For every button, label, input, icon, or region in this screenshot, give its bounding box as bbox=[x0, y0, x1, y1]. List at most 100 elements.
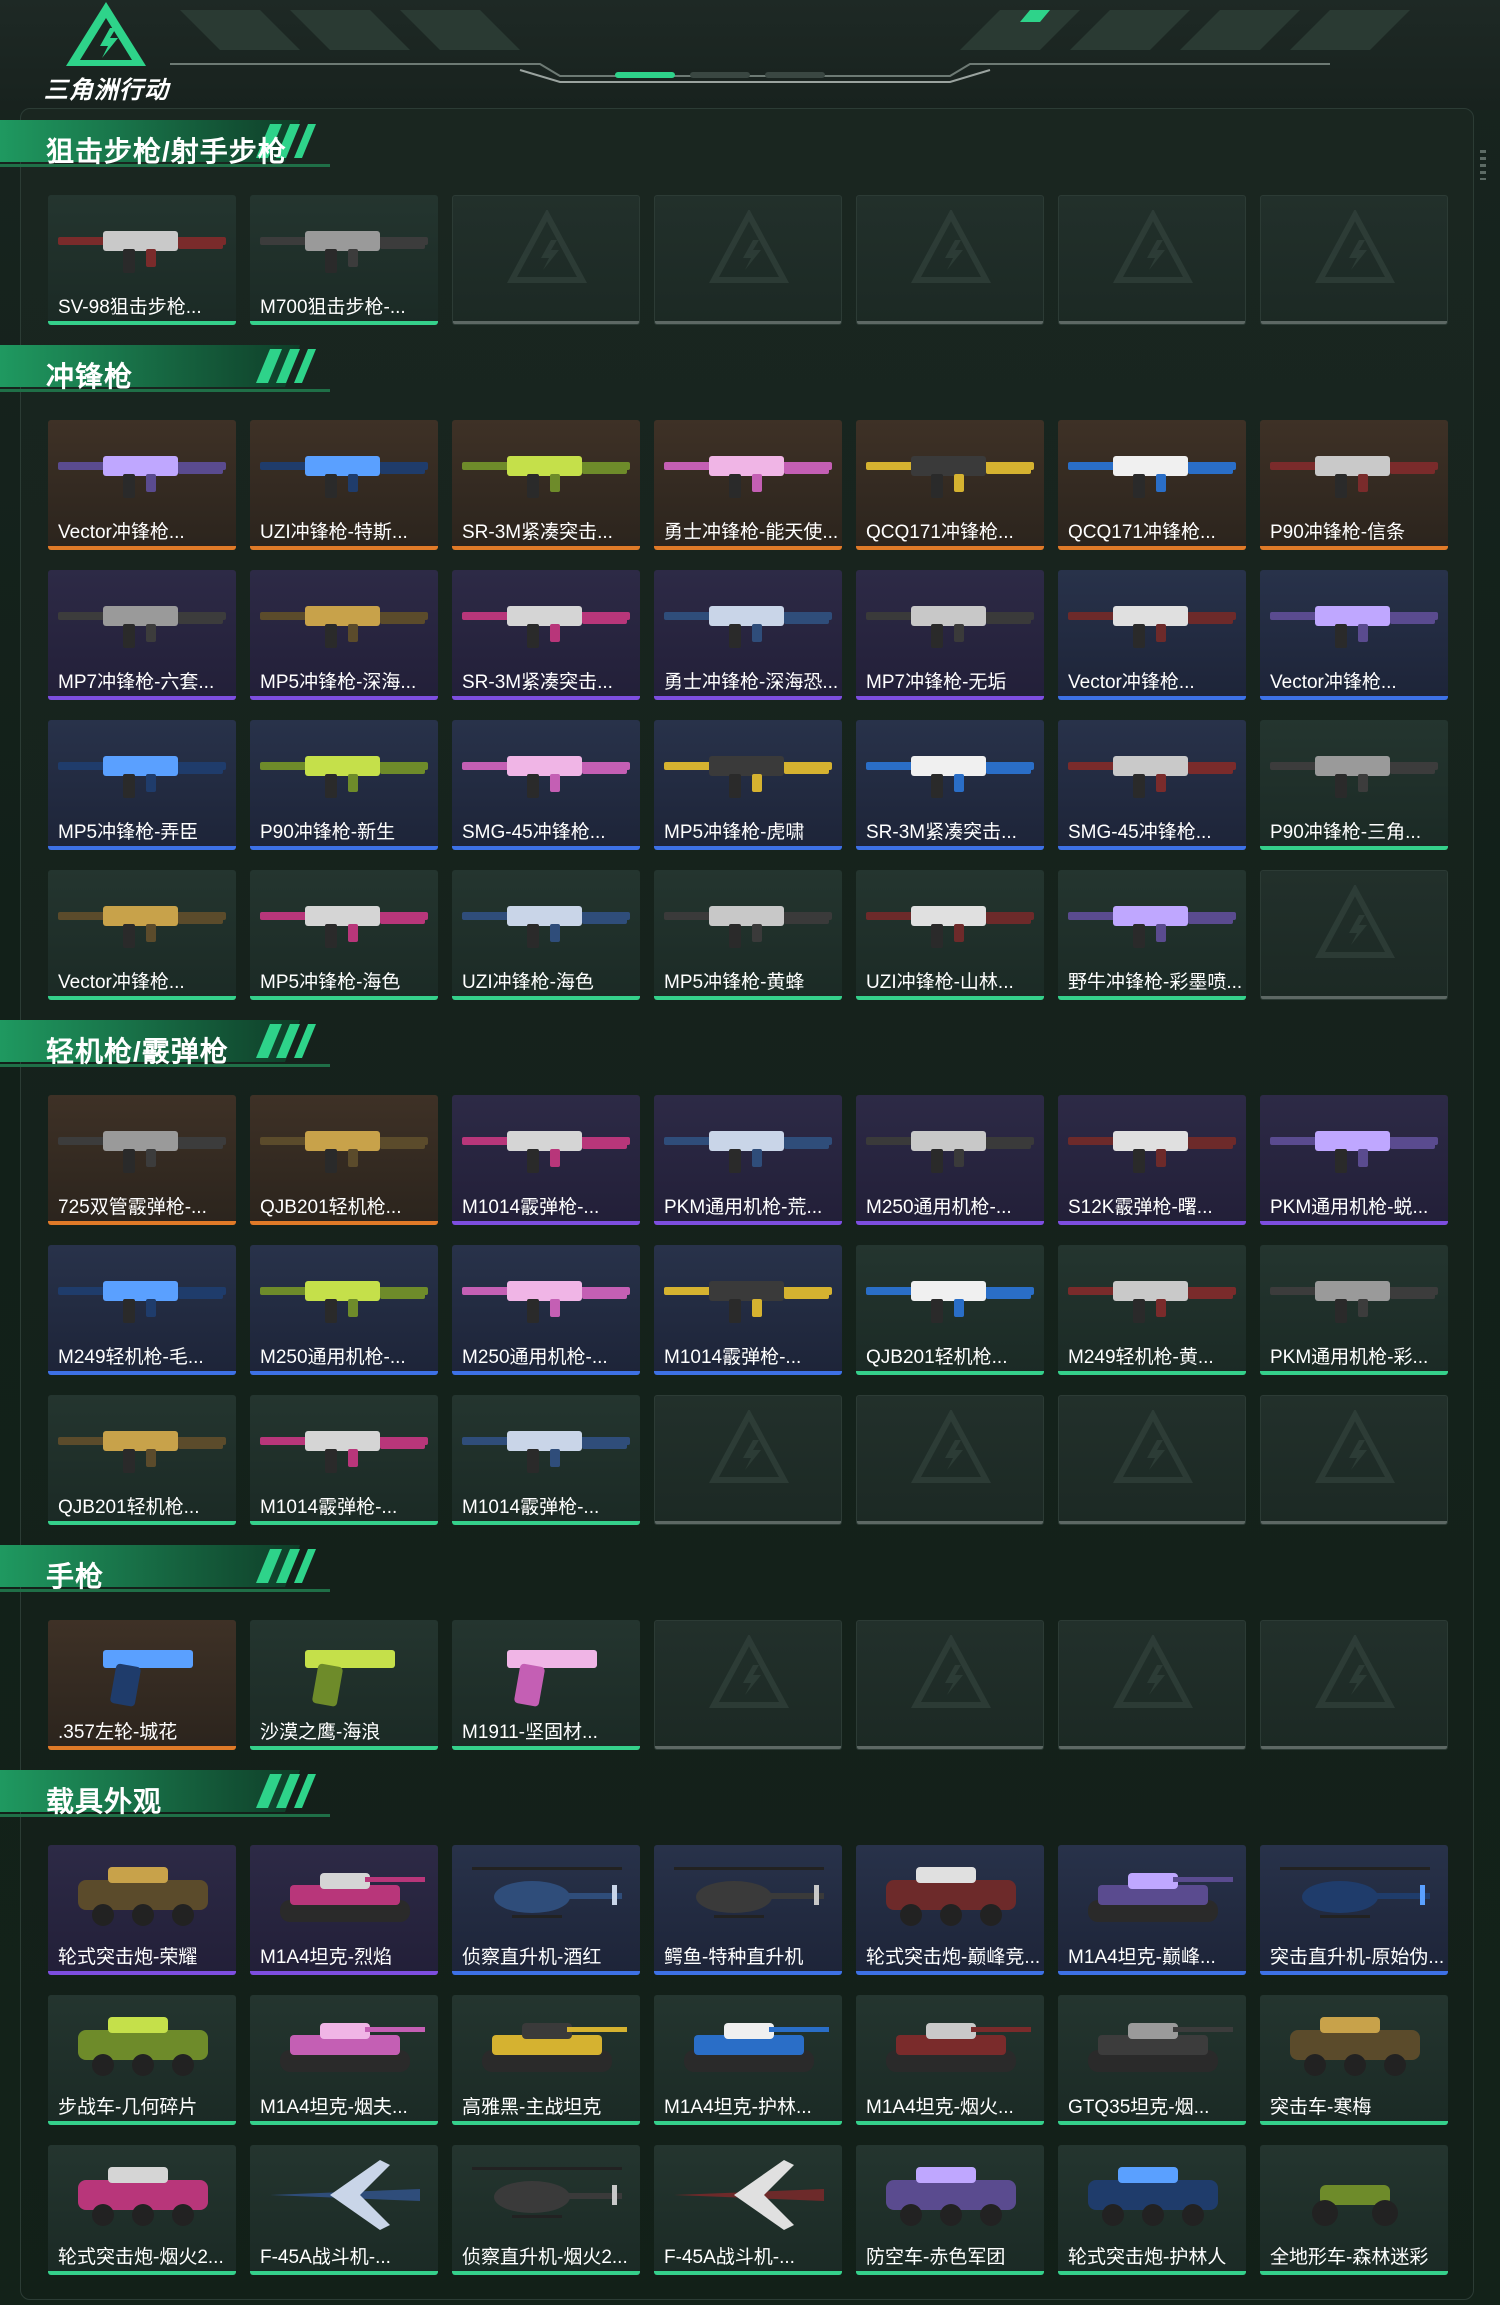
section-title: 狙击步枪/射手步枪 bbox=[0, 120, 330, 170]
skin-name: PKM通用机枪-彩... bbox=[1270, 1347, 1429, 1368]
skin-card[interactable]: 鳄鱼-特种直升机 bbox=[654, 1845, 842, 1975]
smg-icon bbox=[866, 906, 1034, 948]
smg-icon bbox=[664, 906, 832, 948]
lmg-icon bbox=[1270, 1131, 1438, 1173]
skin-card[interactable]: Vector冲锋枪... bbox=[48, 870, 236, 1000]
skin-card[interactable]: F-45A战斗机-... bbox=[654, 2145, 842, 2275]
skin-card[interactable]: S12K霰弹枪-曙... bbox=[1058, 1095, 1246, 1225]
skin-card[interactable]: Vector冲锋枪... bbox=[1058, 570, 1246, 700]
skin-card[interactable]: MP5冲锋枪-深海... bbox=[250, 570, 438, 700]
skin-card[interactable]: QJB201轻机枪... bbox=[48, 1395, 236, 1525]
helicopter-icon bbox=[674, 1867, 824, 1918]
skin-card[interactable]: MP5冲锋枪-黄蜂 bbox=[654, 870, 842, 1000]
skin-card[interactable]: SR-3M紧凑突击... bbox=[452, 420, 640, 550]
skin-card[interactable]: GTQ35坦克-烟... bbox=[1058, 1995, 1246, 2125]
rarity-bar bbox=[250, 546, 438, 550]
skin-card[interactable]: M250通用机枪-... bbox=[856, 1095, 1044, 1225]
skin-name: UZI冲锋枪-特斯... bbox=[260, 522, 408, 543]
lmg-icon bbox=[260, 1131, 428, 1173]
skin-card[interactable]: 725双管霰弹枪-... bbox=[48, 1095, 236, 1225]
skin-card[interactable]: MP5冲锋枪-虎啸 bbox=[654, 720, 842, 850]
skin-card[interactable]: M1A4坦克-烈焰 bbox=[250, 1845, 438, 1975]
skin-card[interactable]: MP5冲锋枪-海色 bbox=[250, 870, 438, 1000]
skin-card[interactable]: MP7冲锋枪-无垢 bbox=[856, 570, 1044, 700]
tank-icon bbox=[280, 2023, 425, 2072]
scrollbar-handle[interactable] bbox=[1480, 150, 1486, 180]
skin-card[interactable]: SMG-45冲锋枪... bbox=[1058, 720, 1246, 850]
skin-card[interactable]: PKM通用机枪-蜕... bbox=[1260, 1095, 1448, 1225]
skin-card[interactable]: 高雅黑-主战坦克 bbox=[452, 1995, 640, 2125]
skin-card[interactable]: QCQ171冲锋枪... bbox=[856, 420, 1044, 550]
skin-card[interactable]: M1A4坦克-护林... bbox=[654, 1995, 842, 2125]
skin-card[interactable]: 轮式突击炮-烟火2... bbox=[48, 2145, 236, 2275]
skin-card[interactable]: UZI冲锋枪-海色 bbox=[452, 870, 640, 1000]
skin-card[interactable]: SMG-45冲锋枪... bbox=[452, 720, 640, 850]
skin-card[interactable]: M1014霰弹枪-... bbox=[250, 1395, 438, 1525]
skin-card[interactable]: P90冲锋枪-新生 bbox=[250, 720, 438, 850]
skin-card[interactable]: 野牛冲锋枪-彩墨喷... bbox=[1058, 870, 1246, 1000]
skin-card[interactable]: M700狙击步枪-... bbox=[250, 195, 438, 325]
smg-icon bbox=[462, 756, 630, 798]
skin-card[interactable]: QCQ171冲锋枪... bbox=[1058, 420, 1246, 550]
skin-card[interactable]: 侦察直升机-烟火2... bbox=[452, 2145, 640, 2275]
rarity-bar bbox=[48, 696, 236, 700]
skin-card[interactable]: UZI冲锋枪-特斯... bbox=[250, 420, 438, 550]
sniper-rifle-icon bbox=[58, 231, 226, 273]
skin-card[interactable]: M1014霰弹枪-... bbox=[452, 1395, 640, 1525]
skin-card[interactable]: PKM通用机枪-彩... bbox=[1260, 1245, 1448, 1375]
skin-card[interactable]: M1911-坚固材... bbox=[452, 1620, 640, 1750]
skin-card[interactable]: Vector冲锋枪... bbox=[48, 420, 236, 550]
section-title-text: 手枪 bbox=[46, 1561, 105, 1592]
skin-card[interactable]: SR-3M紧凑突击... bbox=[856, 720, 1044, 850]
skin-name: MP5冲锋枪-弄臣 bbox=[58, 822, 199, 843]
skin-card[interactable]: SV-98狙击步枪... bbox=[48, 195, 236, 325]
skin-card[interactable]: 侦察直升机-酒红 bbox=[452, 1845, 640, 1975]
skin-card[interactable]: .357左轮-城花 bbox=[48, 1620, 236, 1750]
skin-name: MP5冲锋枪-海色 bbox=[260, 972, 401, 993]
skin-card[interactable]: 勇士冲锋枪-深海恐... bbox=[654, 570, 842, 700]
skin-card[interactable]: M249轻机枪-毛... bbox=[48, 1245, 236, 1375]
rarity-bar bbox=[48, 1746, 236, 1750]
slot-bar bbox=[1261, 1746, 1447, 1749]
rarity-bar bbox=[1260, 846, 1448, 850]
skin-card[interactable]: 勇士冲锋枪-能天使... bbox=[654, 420, 842, 550]
skin-card[interactable]: UZI冲锋枪-山林... bbox=[856, 870, 1044, 1000]
rarity-bar bbox=[452, 1746, 640, 1750]
skin-card[interactable]: M249轻机枪-黄... bbox=[1058, 1245, 1246, 1375]
skin-card[interactable]: P90冲锋枪-三角... bbox=[1260, 720, 1448, 850]
skin-card[interactable]: P90冲锋枪-信条 bbox=[1260, 420, 1448, 550]
skin-card[interactable]: M1014霰弹枪-... bbox=[654, 1245, 842, 1375]
rarity-bar bbox=[1058, 996, 1246, 1000]
skin-card[interactable]: 轮式突击炮-荣耀 bbox=[48, 1845, 236, 1975]
skin-card[interactable]: 轮式突击炮-巅峰竞... bbox=[856, 1845, 1044, 1975]
skin-card[interactable]: 突击直升机-原始伪... bbox=[1260, 1845, 1448, 1975]
skin-card[interactable]: MP5冲锋枪-弄臣 bbox=[48, 720, 236, 850]
skin-card[interactable]: M1A4坦克-巅峰... bbox=[1058, 1845, 1246, 1975]
skin-card[interactable]: 突击车-寒梅 bbox=[1260, 1995, 1448, 2125]
skin-card[interactable]: PKM通用机枪-荒... bbox=[654, 1095, 842, 1225]
skin-card[interactable]: F-45A战斗机-... bbox=[250, 2145, 438, 2275]
slot-bar bbox=[655, 1746, 841, 1749]
skin-card[interactable]: QJB201轻机枪... bbox=[250, 1095, 438, 1225]
skin-card[interactable]: Vector冲锋枪... bbox=[1260, 570, 1448, 700]
skin-card[interactable]: 沙漠之鹰-海浪 bbox=[250, 1620, 438, 1750]
skin-name: Vector冲锋枪... bbox=[58, 522, 185, 543]
skin-name: M1014霰弹枪-... bbox=[462, 1197, 600, 1218]
skin-card[interactable]: M1014霰弹枪-... bbox=[452, 1095, 640, 1225]
rarity-bar bbox=[1058, 696, 1246, 700]
smg-icon bbox=[58, 456, 226, 498]
skin-card[interactable]: M250通用机枪-... bbox=[452, 1245, 640, 1375]
skin-card[interactable]: M250通用机枪-... bbox=[250, 1245, 438, 1375]
skin-card[interactable]: M1A4坦克-烟夫... bbox=[250, 1995, 438, 2125]
skin-card[interactable]: 轮式突击炮-护林人 bbox=[1058, 2145, 1246, 2275]
skin-card[interactable]: SR-3M紧凑突击... bbox=[452, 570, 640, 700]
placeholder-logo-icon bbox=[1315, 1410, 1395, 1483]
skin-card[interactable]: 全地形车-森林迷彩 bbox=[1260, 2145, 1448, 2275]
skin-card[interactable]: M1A4坦克-烟火... bbox=[856, 1995, 1044, 2125]
skin-card[interactable]: QJB201轻机枪... bbox=[856, 1245, 1044, 1375]
skin-card[interactable]: MP7冲锋枪-六套... bbox=[48, 570, 236, 700]
shotgun-icon bbox=[1068, 1131, 1236, 1173]
skin-card[interactable]: 防空车-赤色军团 bbox=[856, 2145, 1044, 2275]
skin-name: M1911-坚固材... bbox=[462, 1722, 598, 1743]
skin-card[interactable]: 步战车-几何碎片 bbox=[48, 1995, 236, 2125]
